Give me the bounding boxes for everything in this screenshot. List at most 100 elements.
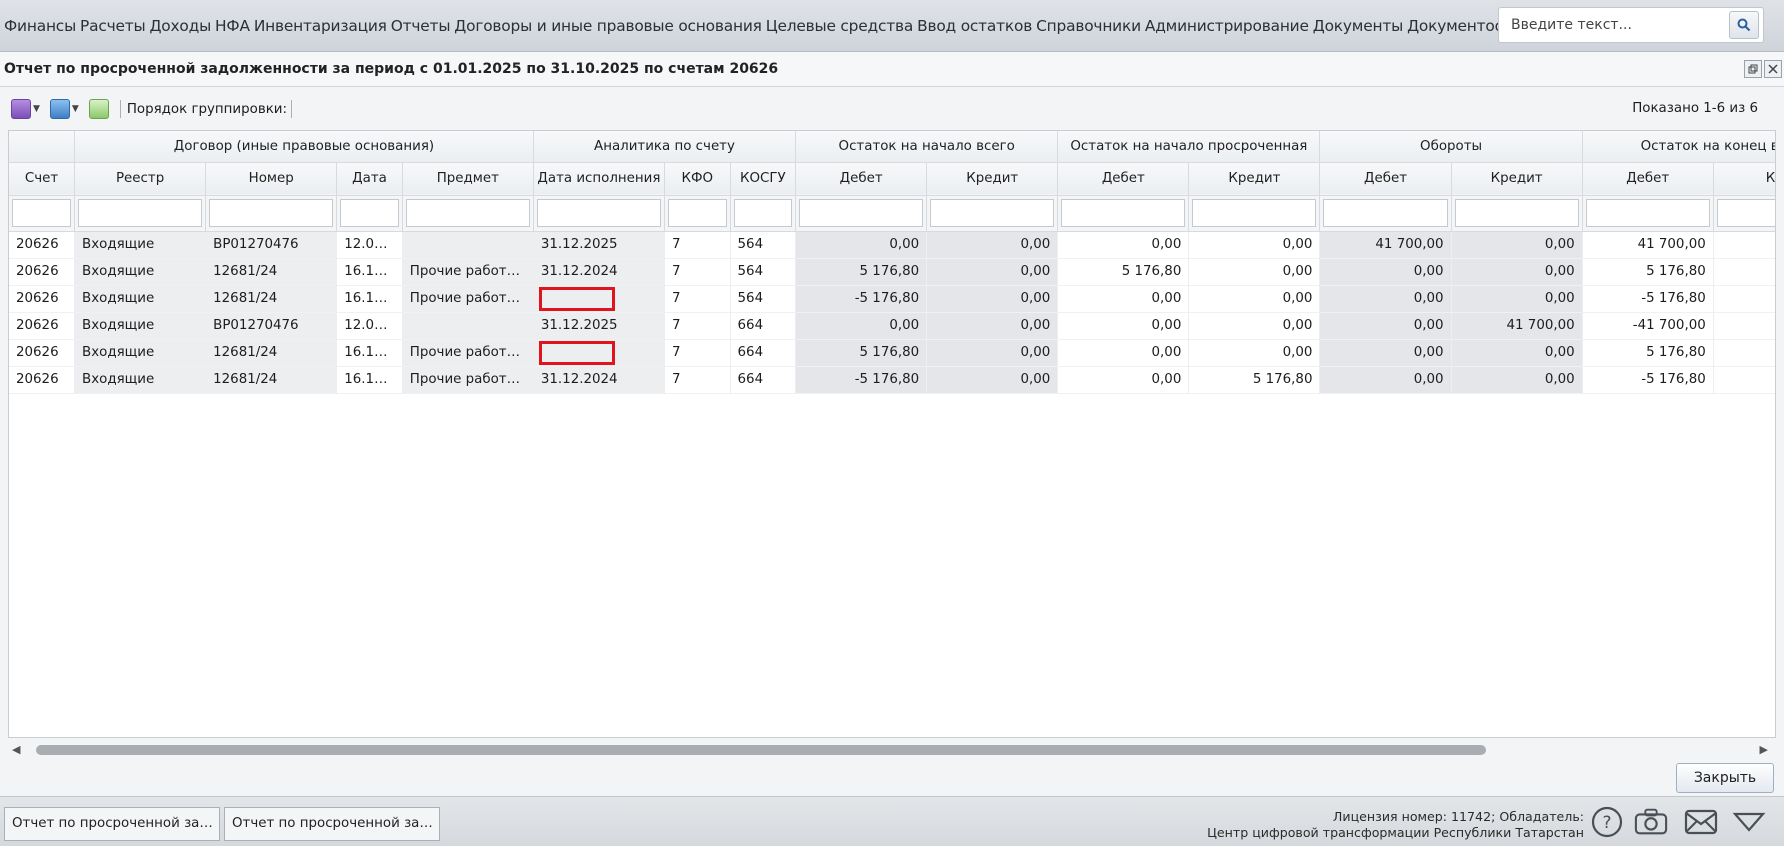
menu-item[interactable]: НФА bbox=[213, 17, 252, 35]
column-filter-input[interactable] bbox=[1716, 199, 1775, 227]
search-button[interactable] bbox=[1729, 11, 1759, 39]
column-filter-input[interactable] bbox=[1061, 199, 1186, 227]
menu-item[interactable]: Финансы bbox=[2, 17, 78, 35]
table-row[interactable]: 20626 Входящие 12681/24 16.10.... Прочие раб… bbox=[9, 339, 1775, 366]
table-cell bbox=[402, 312, 534, 339]
column-header[interactable]: КОСГУ bbox=[730, 162, 797, 196]
close-button[interactable]: Закрыть bbox=[1676, 763, 1774, 793]
column-filter-input[interactable] bbox=[12, 199, 72, 227]
table-row[interactable]: 20626 Входящие ВР01270476 12.03.... 31.12.20… bbox=[9, 231, 1775, 258]
column-filter-input[interactable] bbox=[405, 199, 530, 227]
table-cell: 20626 bbox=[9, 285, 76, 312]
column-filter-input[interactable] bbox=[799, 199, 924, 227]
svg-text:?: ? bbox=[1602, 813, 1611, 833]
add-icon bbox=[11, 99, 31, 119]
table-cell: 31.12.2024 bbox=[533, 366, 665, 393]
menu-item[interactable]: Расчеты bbox=[78, 17, 147, 35]
table-cell: 7 bbox=[664, 231, 731, 258]
collapse-button[interactable] bbox=[1732, 805, 1766, 839]
menu-item[interactable]: Договоры и иные правовые основания bbox=[452, 17, 763, 35]
column-header[interactable]: Счет bbox=[9, 162, 76, 196]
window-title: Отчет по просроченной задолженности за п… bbox=[0, 52, 1784, 87]
column-header[interactable]: Кредит bbox=[1451, 162, 1583, 196]
table-cell: Прочие работы,... bbox=[402, 258, 534, 285]
menu-item[interactable]: Администрирование bbox=[1143, 17, 1311, 35]
mail-button[interactable] bbox=[1684, 805, 1718, 839]
menu-item[interactable]: Инвентаризация bbox=[252, 17, 389, 35]
search-input[interactable] bbox=[1499, 8, 1729, 42]
table-cell: 7 bbox=[664, 339, 731, 366]
grid-body: 20626 Входящие ВР01270476 12.03.... 31.12.20… bbox=[9, 231, 1775, 393]
column-header[interactable]: Дебет bbox=[795, 162, 928, 196]
menu-item[interactable]: Документы bbox=[1311, 17, 1405, 35]
menu-item[interactable]: Целевые средства bbox=[764, 17, 915, 35]
column-header[interactable]: Дата исполнения bbox=[533, 162, 665, 196]
close-window-button[interactable] bbox=[1764, 60, 1782, 78]
grouping-order-label[interactable]: Порядок группировки: bbox=[127, 102, 287, 117]
scrollbar-thumb[interactable] bbox=[36, 745, 1486, 755]
table-cell: 664 bbox=[730, 366, 797, 393]
screenshot-button[interactable] bbox=[1634, 805, 1668, 839]
column-filter-input[interactable] bbox=[733, 199, 793, 227]
search-box bbox=[1498, 7, 1764, 43]
table-cell: 41 700,00 bbox=[1319, 231, 1452, 258]
table-row[interactable]: 20626 Входящие ВР01270476 12.03.... 31.12.20… bbox=[9, 312, 1775, 339]
table-cell: 564 bbox=[730, 231, 797, 258]
table-cell: 0,00 bbox=[1188, 339, 1321, 366]
column-header[interactable]: Дебет bbox=[1319, 162, 1452, 196]
column-header[interactable]: Реестр bbox=[74, 162, 207, 196]
filter-cell bbox=[205, 195, 338, 232]
column-header[interactable]: Кре bbox=[1713, 162, 1775, 196]
column-filter-input[interactable] bbox=[1585, 199, 1710, 227]
scroll-right-icon[interactable]: ▶ bbox=[1760, 743, 1768, 756]
column-header[interactable]: Кредит bbox=[926, 162, 1059, 196]
help-button[interactable]: ? bbox=[1590, 805, 1624, 839]
column-header[interactable]: Дебет bbox=[1582, 162, 1714, 196]
column-header[interactable]: Кредит bbox=[1188, 162, 1321, 196]
refresh-icon bbox=[88, 99, 109, 119]
table-cell: -41 700,00 bbox=[1582, 312, 1714, 339]
column-header[interactable]: Дата bbox=[336, 162, 403, 196]
column-filter-input[interactable] bbox=[78, 199, 203, 227]
refresh-button[interactable] bbox=[86, 97, 112, 121]
scroll-left-icon[interactable]: ◀ bbox=[12, 743, 20, 756]
column-header[interactable]: Дебет bbox=[1057, 162, 1190, 196]
table-cell: 16.10.... bbox=[336, 258, 403, 285]
table-cell: Прочие работы,... bbox=[402, 339, 534, 366]
table-row[interactable]: 20626 Входящие 12681/24 16.10.... Прочие раб… bbox=[9, 258, 1775, 285]
group-header-start-overdue: Остаток на начало просроченная bbox=[1057, 131, 1321, 163]
taskbar-tab[interactable]: Отчет по просроченной задо... bbox=[4, 807, 220, 841]
taskbar-tab[interactable]: Отчет по просроченной задо... bbox=[224, 807, 440, 841]
restore-window-button[interactable] bbox=[1744, 60, 1762, 78]
column-filter-input[interactable] bbox=[536, 199, 661, 227]
group-header-row: Договор (иные правовые основания) Аналит… bbox=[9, 131, 1775, 163]
column-filter-input[interactable] bbox=[1454, 199, 1579, 227]
menu-item[interactable]: Доходы bbox=[147, 17, 213, 35]
menu-item[interactable]: Ввод остатков bbox=[915, 17, 1034, 35]
table-cell: -5 176,80 bbox=[795, 366, 928, 393]
horizontal-scrollbar[interactable]: ◀ ▶ bbox=[8, 740, 1776, 760]
menu-item[interactable]: Справочники bbox=[1034, 17, 1143, 35]
table-cell: 20626 bbox=[9, 312, 76, 339]
column-filter-input[interactable] bbox=[209, 199, 334, 227]
column-filter-input[interactable] bbox=[1323, 199, 1448, 227]
group-header-contract: Договор (иные правовые основания) bbox=[74, 131, 534, 163]
add-button[interactable]: ▼ bbox=[8, 97, 43, 121]
table-cell: 564 bbox=[730, 258, 797, 285]
table-row[interactable]: 20626 Входящие 12681/24 16.10.... Прочие раб… bbox=[9, 366, 1775, 393]
column-filter-input[interactable] bbox=[340, 199, 399, 227]
table-row[interactable]: 20626 Входящие 12681/24 16.10.... Прочие раб… bbox=[9, 285, 1775, 312]
column-filter-input[interactable] bbox=[1192, 199, 1317, 227]
table-cell: Прочие работы,... bbox=[402, 366, 534, 393]
table-cell: 0,00 bbox=[1319, 366, 1452, 393]
menu-item[interactable]: Отчеты bbox=[389, 17, 453, 35]
table-cell bbox=[1713, 312, 1775, 339]
column-header[interactable]: Предмет bbox=[402, 162, 534, 196]
filter-cell bbox=[1057, 195, 1190, 232]
print-button[interactable]: ▼ bbox=[47, 97, 82, 121]
column-filter-input[interactable] bbox=[667, 199, 727, 227]
column-header[interactable]: КФО bbox=[664, 162, 731, 196]
group-header-end-total: Остаток на конец вс bbox=[1582, 131, 1775, 163]
column-header[interactable]: Номер bbox=[205, 162, 338, 196]
column-filter-input[interactable] bbox=[930, 199, 1055, 227]
